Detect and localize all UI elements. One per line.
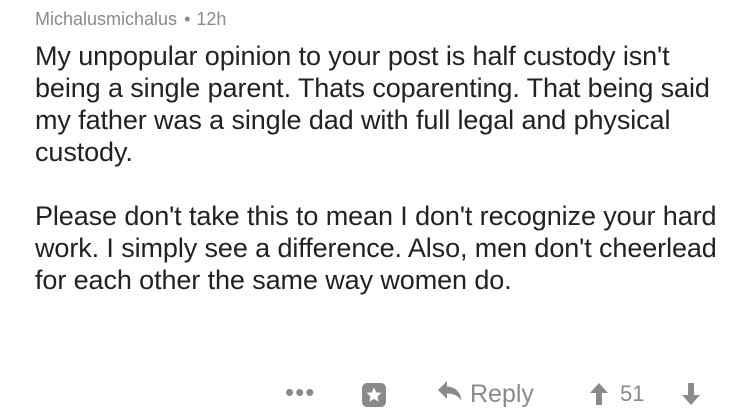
comment-body: My unpopular opinion to your post is hal…	[35, 40, 735, 296]
author-name[interactable]: Michalusmichalus	[35, 6, 177, 32]
comment-age: 12h	[196, 9, 227, 29]
reply-icon	[437, 379, 463, 410]
comment-paragraph: Please don't take this to mean I don't r…	[35, 201, 717, 295]
upvote-button[interactable]	[588, 381, 610, 414]
award-icon	[360, 381, 388, 416]
more-button[interactable]: •••	[285, 377, 315, 408]
comment-actions: ••• Reply 51	[0, 373, 750, 417]
vote-score: 51	[620, 381, 644, 407]
comment-meta: Michalusmichalus • 12h	[35, 6, 735, 32]
reply-label: Reply	[470, 380, 534, 408]
reply-button[interactable]: Reply	[437, 379, 534, 410]
meta-separator: •	[184, 9, 191, 29]
score-value: 51	[620, 381, 645, 406]
upvote-icon	[588, 381, 610, 414]
more-icon: •••	[285, 377, 316, 407]
comment-paragraph: My unpopular opinion to your post is hal…	[35, 41, 710, 167]
comment: Michalusmichalus • 12h My unpopular opin…	[35, 6, 735, 296]
downvote-button[interactable]	[680, 381, 702, 414]
award-button[interactable]	[360, 381, 388, 416]
downvote-icon	[680, 381, 702, 414]
